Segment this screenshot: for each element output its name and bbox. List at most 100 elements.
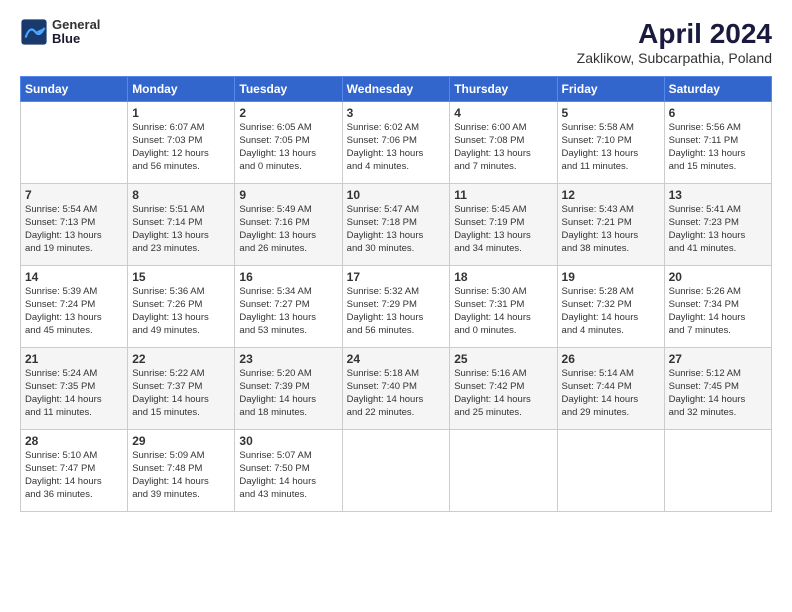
logo: General Blue bbox=[20, 18, 100, 47]
calendar-cell: 26Sunrise: 5:14 AM Sunset: 7:44 PM Dayli… bbox=[557, 348, 664, 430]
day-number: 21 bbox=[25, 351, 123, 367]
day-info: Sunrise: 6:05 AM Sunset: 7:05 PM Dayligh… bbox=[239, 122, 337, 173]
calendar-cell: 8Sunrise: 5:51 AM Sunset: 7:14 PM Daylig… bbox=[128, 184, 235, 266]
calendar-cell: 18Sunrise: 5:30 AM Sunset: 7:31 PM Dayli… bbox=[450, 266, 557, 348]
day-info: Sunrise: 5:22 AM Sunset: 7:37 PM Dayligh… bbox=[132, 368, 230, 419]
day-info: Sunrise: 5:26 AM Sunset: 7:34 PM Dayligh… bbox=[669, 286, 767, 337]
logo-text: General Blue bbox=[52, 18, 100, 47]
day-number: 7 bbox=[25, 187, 123, 203]
day-info: Sunrise: 5:45 AM Sunset: 7:19 PM Dayligh… bbox=[454, 204, 552, 255]
calendar-cell: 12Sunrise: 5:43 AM Sunset: 7:21 PM Dayli… bbox=[557, 184, 664, 266]
day-number: 16 bbox=[239, 269, 337, 285]
week-row-4: 21Sunrise: 5:24 AM Sunset: 7:35 PM Dayli… bbox=[21, 348, 772, 430]
calendar-cell: 29Sunrise: 5:09 AM Sunset: 7:48 PM Dayli… bbox=[128, 430, 235, 512]
day-number: 23 bbox=[239, 351, 337, 367]
day-info: Sunrise: 6:02 AM Sunset: 7:06 PM Dayligh… bbox=[347, 122, 446, 173]
calendar-cell: 30Sunrise: 5:07 AM Sunset: 7:50 PM Dayli… bbox=[235, 430, 342, 512]
calendar-cell: 21Sunrise: 5:24 AM Sunset: 7:35 PM Dayli… bbox=[21, 348, 128, 430]
day-number: 10 bbox=[347, 187, 446, 203]
calendar-title: April 2024 bbox=[577, 18, 772, 50]
week-row-1: 1Sunrise: 6:07 AM Sunset: 7:03 PM Daylig… bbox=[21, 102, 772, 184]
day-header-sunday: Sunday bbox=[21, 77, 128, 102]
day-number: 30 bbox=[239, 433, 337, 449]
day-header-tuesday: Tuesday bbox=[235, 77, 342, 102]
day-info: Sunrise: 6:00 AM Sunset: 7:08 PM Dayligh… bbox=[454, 122, 552, 173]
header-row: SundayMondayTuesdayWednesdayThursdayFrid… bbox=[21, 77, 772, 102]
calendar-cell bbox=[342, 430, 450, 512]
logo-line1: General bbox=[52, 18, 100, 32]
calendar-cell: 3Sunrise: 6:02 AM Sunset: 7:06 PM Daylig… bbox=[342, 102, 450, 184]
calendar-subtitle: Zaklikow, Subcarpathia, Poland bbox=[577, 50, 772, 66]
page: General Blue April 2024 Zaklikow, Subcar… bbox=[0, 0, 792, 522]
day-info: Sunrise: 5:10 AM Sunset: 7:47 PM Dayligh… bbox=[25, 450, 123, 501]
calendar-cell: 4Sunrise: 6:00 AM Sunset: 7:08 PM Daylig… bbox=[450, 102, 557, 184]
day-info: Sunrise: 5:43 AM Sunset: 7:21 PM Dayligh… bbox=[562, 204, 660, 255]
day-info: Sunrise: 5:20 AM Sunset: 7:39 PM Dayligh… bbox=[239, 368, 337, 419]
day-number: 15 bbox=[132, 269, 230, 285]
day-info: Sunrise: 5:28 AM Sunset: 7:32 PM Dayligh… bbox=[562, 286, 660, 337]
calendar-cell: 14Sunrise: 5:39 AM Sunset: 7:24 PM Dayli… bbox=[21, 266, 128, 348]
day-info: Sunrise: 5:07 AM Sunset: 7:50 PM Dayligh… bbox=[239, 450, 337, 501]
day-number: 27 bbox=[669, 351, 767, 367]
calendar-cell: 2Sunrise: 6:05 AM Sunset: 7:05 PM Daylig… bbox=[235, 102, 342, 184]
week-row-5: 28Sunrise: 5:10 AM Sunset: 7:47 PM Dayli… bbox=[21, 430, 772, 512]
calendar-cell: 27Sunrise: 5:12 AM Sunset: 7:45 PM Dayli… bbox=[664, 348, 771, 430]
day-info: Sunrise: 6:07 AM Sunset: 7:03 PM Dayligh… bbox=[132, 122, 230, 173]
day-number: 5 bbox=[562, 105, 660, 121]
day-info: Sunrise: 5:30 AM Sunset: 7:31 PM Dayligh… bbox=[454, 286, 552, 337]
day-info: Sunrise: 5:39 AM Sunset: 7:24 PM Dayligh… bbox=[25, 286, 123, 337]
calendar-cell: 1Sunrise: 6:07 AM Sunset: 7:03 PM Daylig… bbox=[128, 102, 235, 184]
day-info: Sunrise: 5:54 AM Sunset: 7:13 PM Dayligh… bbox=[25, 204, 123, 255]
calendar-cell: 9Sunrise: 5:49 AM Sunset: 7:16 PM Daylig… bbox=[235, 184, 342, 266]
day-number: 14 bbox=[25, 269, 123, 285]
day-number: 20 bbox=[669, 269, 767, 285]
day-number: 8 bbox=[132, 187, 230, 203]
calendar-cell bbox=[21, 102, 128, 184]
day-info: Sunrise: 5:16 AM Sunset: 7:42 PM Dayligh… bbox=[454, 368, 552, 419]
logo-line2: Blue bbox=[52, 32, 100, 46]
day-info: Sunrise: 5:51 AM Sunset: 7:14 PM Dayligh… bbox=[132, 204, 230, 255]
day-number: 4 bbox=[454, 105, 552, 121]
day-info: Sunrise: 5:14 AM Sunset: 7:44 PM Dayligh… bbox=[562, 368, 660, 419]
day-info: Sunrise: 5:49 AM Sunset: 7:16 PM Dayligh… bbox=[239, 204, 337, 255]
day-number: 17 bbox=[347, 269, 446, 285]
day-number: 28 bbox=[25, 433, 123, 449]
day-number: 11 bbox=[454, 187, 552, 203]
day-number: 26 bbox=[562, 351, 660, 367]
calendar-cell: 13Sunrise: 5:41 AM Sunset: 7:23 PM Dayli… bbox=[664, 184, 771, 266]
calendar-cell bbox=[450, 430, 557, 512]
calendar-cell bbox=[557, 430, 664, 512]
day-number: 3 bbox=[347, 105, 446, 121]
day-info: Sunrise: 5:09 AM Sunset: 7:48 PM Dayligh… bbox=[132, 450, 230, 501]
calendar-cell: 16Sunrise: 5:34 AM Sunset: 7:27 PM Dayli… bbox=[235, 266, 342, 348]
day-info: Sunrise: 5:12 AM Sunset: 7:45 PM Dayligh… bbox=[669, 368, 767, 419]
calendar-table: SundayMondayTuesdayWednesdayThursdayFrid… bbox=[20, 76, 772, 512]
day-number: 25 bbox=[454, 351, 552, 367]
day-header-friday: Friday bbox=[557, 77, 664, 102]
day-info: Sunrise: 5:58 AM Sunset: 7:10 PM Dayligh… bbox=[562, 122, 660, 173]
calendar-cell: 25Sunrise: 5:16 AM Sunset: 7:42 PM Dayli… bbox=[450, 348, 557, 430]
week-row-3: 14Sunrise: 5:39 AM Sunset: 7:24 PM Dayli… bbox=[21, 266, 772, 348]
calendar-cell: 11Sunrise: 5:45 AM Sunset: 7:19 PM Dayli… bbox=[450, 184, 557, 266]
calendar-cell: 17Sunrise: 5:32 AM Sunset: 7:29 PM Dayli… bbox=[342, 266, 450, 348]
day-info: Sunrise: 5:34 AM Sunset: 7:27 PM Dayligh… bbox=[239, 286, 337, 337]
day-number: 2 bbox=[239, 105, 337, 121]
day-number: 29 bbox=[132, 433, 230, 449]
day-number: 18 bbox=[454, 269, 552, 285]
calendar-cell: 28Sunrise: 5:10 AM Sunset: 7:47 PM Dayli… bbox=[21, 430, 128, 512]
day-number: 24 bbox=[347, 351, 446, 367]
calendar-cell: 23Sunrise: 5:20 AM Sunset: 7:39 PM Dayli… bbox=[235, 348, 342, 430]
day-info: Sunrise: 5:47 AM Sunset: 7:18 PM Dayligh… bbox=[347, 204, 446, 255]
day-info: Sunrise: 5:56 AM Sunset: 7:11 PM Dayligh… bbox=[669, 122, 767, 173]
day-number: 9 bbox=[239, 187, 337, 203]
day-number: 6 bbox=[669, 105, 767, 121]
day-header-wednesday: Wednesday bbox=[342, 77, 450, 102]
calendar-cell: 20Sunrise: 5:26 AM Sunset: 7:34 PM Dayli… bbox=[664, 266, 771, 348]
day-info: Sunrise: 5:24 AM Sunset: 7:35 PM Dayligh… bbox=[25, 368, 123, 419]
logo-icon bbox=[20, 18, 48, 46]
day-info: Sunrise: 5:41 AM Sunset: 7:23 PM Dayligh… bbox=[669, 204, 767, 255]
week-row-2: 7Sunrise: 5:54 AM Sunset: 7:13 PM Daylig… bbox=[21, 184, 772, 266]
calendar-cell: 5Sunrise: 5:58 AM Sunset: 7:10 PM Daylig… bbox=[557, 102, 664, 184]
day-number: 12 bbox=[562, 187, 660, 203]
day-info: Sunrise: 5:18 AM Sunset: 7:40 PM Dayligh… bbox=[347, 368, 446, 419]
